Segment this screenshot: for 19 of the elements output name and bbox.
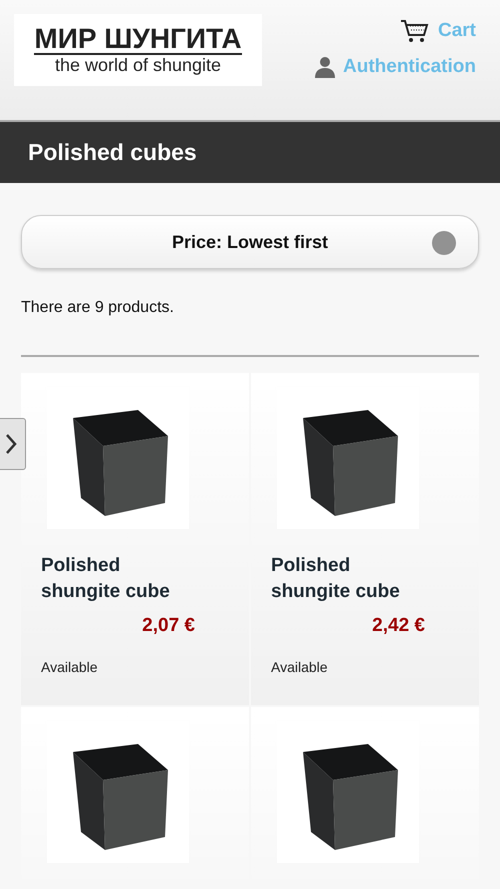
logo-title: МИР ШУНГИТА [34,24,242,56]
availability-label: Available [41,659,99,675]
availability-label: Available [271,659,329,675]
logo-subtitle: the world of shungite [54,55,222,76]
dropdown-icon [432,231,456,255]
product-count: There are 9 products. [21,299,175,317]
product-card[interactable]: Polished shungite cube 2,07 € Available [21,373,249,705]
chevron-right-icon [5,433,17,455]
product-price: 2,07 € [141,615,196,637]
user-icon [315,56,335,78]
side-panel-toggle[interactable] [0,418,26,470]
logo[interactable]: МИР ШУНГИТА the world of shungite [14,14,262,86]
sort-select[interactable]: Price: Lowest first [21,215,479,269]
product-name[interactable]: Polished shungite cube [41,553,201,605]
product-card[interactable]: Polished shungite cube 2,42 € Available [251,373,479,705]
category-title: Polished cubes [28,139,197,166]
product-price: 2,42 € [371,615,426,637]
cart-icon [400,18,430,44]
product-name[interactable]: Polished shungite cube [271,553,431,605]
